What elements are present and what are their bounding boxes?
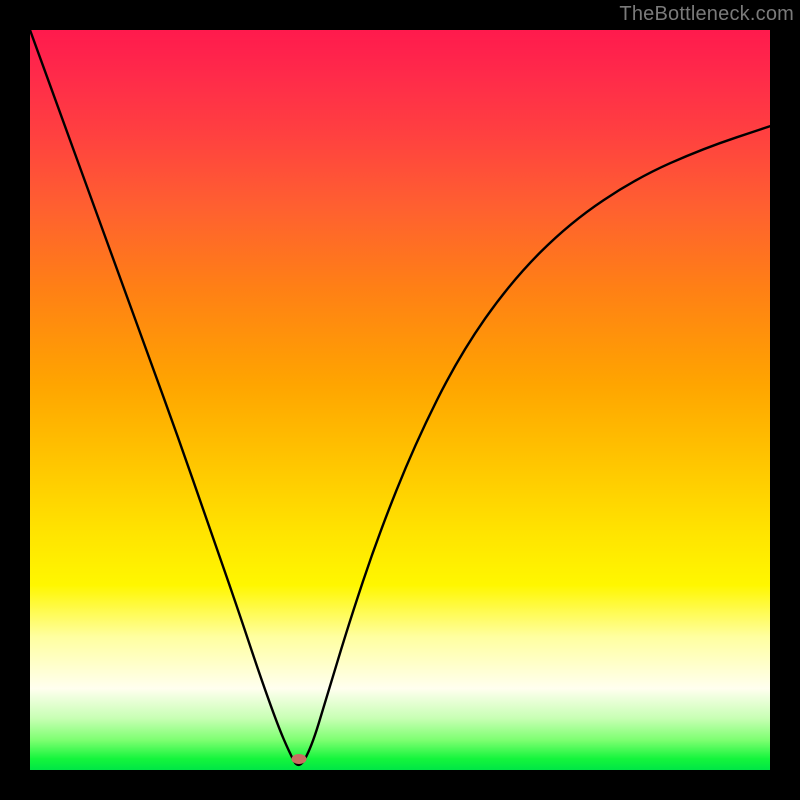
chart-frame: TheBottleneck.com bbox=[0, 0, 800, 800]
min-marker-dot bbox=[291, 754, 306, 764]
bottleneck-curve-path bbox=[30, 30, 770, 765]
plot-area bbox=[30, 30, 770, 770]
curve-svg bbox=[30, 30, 770, 770]
watermark-text: TheBottleneck.com bbox=[619, 3, 794, 26]
